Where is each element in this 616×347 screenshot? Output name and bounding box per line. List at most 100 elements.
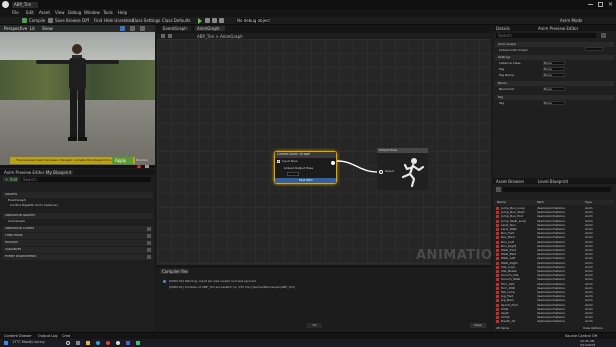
asset-tab[interactable]: ABP_Tim [12,2,38,8]
dismiss-button[interactable]: Dismiss [136,158,148,163]
section-functions[interactable]: FUNCTIONS [2,233,153,239]
menu-view[interactable]: View [55,10,65,15]
anim-graph-canvas[interactable] [157,25,491,265]
close-icon[interactable]: ✕ [608,1,613,8]
section-tag[interactable]: Tag [495,95,614,100]
pause-icon[interactable] [205,18,210,23]
weather-widget[interactable]: 17°C Mostly sunny [12,340,45,345]
viewport-show-button[interactable]: Show [42,26,53,31]
section-event-dispatchers[interactable]: EVENT DISPATCHERS [2,254,153,260]
hide-unrelated-button[interactable]: Hide Unrelated [104,18,134,23]
viewport-lit-button[interactable]: Lit [30,26,35,31]
clock-date[interactable]: 5/12/2023 [580,343,595,347]
chrome-icon[interactable] [106,341,110,345]
anim-mode-label[interactable]: Anim Mode [560,18,582,23]
output-pose-pin-icon[interactable] [331,161,335,165]
class-settings-button[interactable]: Class Settings [132,18,160,23]
menu-asset[interactable]: Asset [39,10,50,15]
page-indicator[interactable]: 1/1 [307,323,322,328]
search-icon[interactable] [66,341,70,345]
menu-window[interactable]: Window [84,10,100,15]
section-blend[interactable]: Blend [495,81,614,86]
result-pin-icon[interactable] [379,170,383,174]
property-dropdown[interactable]: None [543,73,565,77]
column-name[interactable]: Name [497,200,506,205]
minimize-icon[interactable] [588,4,593,5]
save-button[interactable]: Save [55,18,65,23]
tab-anim-preview[interactable]: Anim Preview Editor [538,26,578,31]
tab-eventgraph[interactable]: EventGraph [161,26,191,31]
asset-filter-icon[interactable] [496,187,501,192]
column-type[interactable]: Type [585,200,592,205]
node-dropdown[interactable] [287,172,299,176]
asset-search-input[interactable] [503,187,611,192]
viewport-camera-icon[interactable] [140,26,145,31]
tab-anim-preview-editor[interactable]: Anim Preview Editor [4,170,44,175]
tab-my-blueprint[interactable]: My Blueprint [44,170,74,175]
node-linked-anim-graph[interactable]: Linked Anim Graph Input Pose Linked Outp… [274,151,337,184]
add-icon[interactable] [147,255,151,259]
settings-icon[interactable] [601,33,606,38]
tab-details[interactable]: Details [496,26,510,31]
tab-asset-browser[interactable]: Asset Browser [496,179,524,184]
asset-row[interactable]: Death_01/Game/Animations Anim [495,319,614,324]
play-icon[interactable] [198,18,202,24]
section-macros[interactable]: MACROS [2,240,153,246]
tab-animgraph[interactable]: AnimGraph [195,26,225,31]
compiler-results-tab[interactable]: Compiler Results [160,269,188,274]
compile-button[interactable]: Compile [29,18,45,23]
property-dropdown[interactable]: None [543,101,565,105]
unreal-taskbar-icon[interactable] [116,341,120,345]
browse-button[interactable]: Browse [66,18,81,23]
menu-help[interactable]: Help [118,10,127,15]
app-icon[interactable] [126,341,130,345]
graph-item-control-rig[interactable]: Control Rig(with Anim Instance) [2,203,153,209]
add-icon[interactable] [147,241,151,245]
node-output-pose[interactable]: Output Pose Result [377,148,428,190]
menu-edit[interactable]: Edit [26,10,34,15]
maximize-icon[interactable] [598,2,603,7]
graph-item-animgraph[interactable]: AnimGraph [2,219,153,225]
add-icon[interactable] [147,234,151,238]
column-path[interactable]: Path [537,200,544,205]
property-dropdown[interactable]: None [543,87,565,91]
unreal-logo-icon[interactable] [2,1,9,8]
class-defaults-button[interactable]: Class Defaults [162,18,191,23]
windows-start-icon[interactable] [4,341,8,345]
viewport-perspective-button[interactable]: Perspective [4,26,27,31]
clear-button[interactable]: Clear [470,323,486,328]
viewport-settings-icon[interactable] [130,26,135,31]
view-options-button[interactable]: View Options [583,326,603,331]
section-settings[interactable]: Settings [495,55,614,60]
menu-tools[interactable]: Tools [103,10,113,15]
section-variables[interactable]: VARIABLES [2,247,153,253]
taskview-icon[interactable] [76,341,80,345]
back-icon[interactable] [161,34,165,38]
search-input[interactable]: Search [21,177,151,182]
input-pose-pin-icon[interactable] [277,160,280,163]
save-icon[interactable] [48,18,53,23]
details-search-input[interactable]: Search [496,33,596,38]
add-icon[interactable] [147,248,151,252]
breadcrumb-path[interactable]: ABP_Tim > AnimGraph [197,34,243,39]
compile-icon[interactable] [22,18,27,23]
tab-level-blueprint[interactable]: Level Blueprint [538,179,568,184]
property-dropdown[interactable]: None [543,61,565,65]
property-asset-field[interactable] [585,47,603,51]
app-icon[interactable] [136,341,140,345]
diff-button[interactable]: Diff [82,18,89,23]
apply-button[interactable]: Apply [112,157,133,164]
explorer-icon[interactable] [86,341,90,345]
preview-viewport[interactable]: Perspective Lit Show [0,25,155,168]
find-button[interactable]: Find [94,18,102,23]
step-icon[interactable] [219,18,224,23]
menu-debug[interactable]: Debug [68,10,81,15]
browser-icon[interactable] [96,341,100,345]
viewport-mode-icon[interactable] [120,26,125,31]
add-icon[interactable] [147,227,151,231]
stop-icon[interactable] [212,18,217,23]
menu-file[interactable]: File [12,10,19,15]
property-dropdown[interactable]: None [543,67,565,71]
add-button[interactable]: + Add [3,177,18,182]
forward-icon[interactable] [168,34,172,38]
